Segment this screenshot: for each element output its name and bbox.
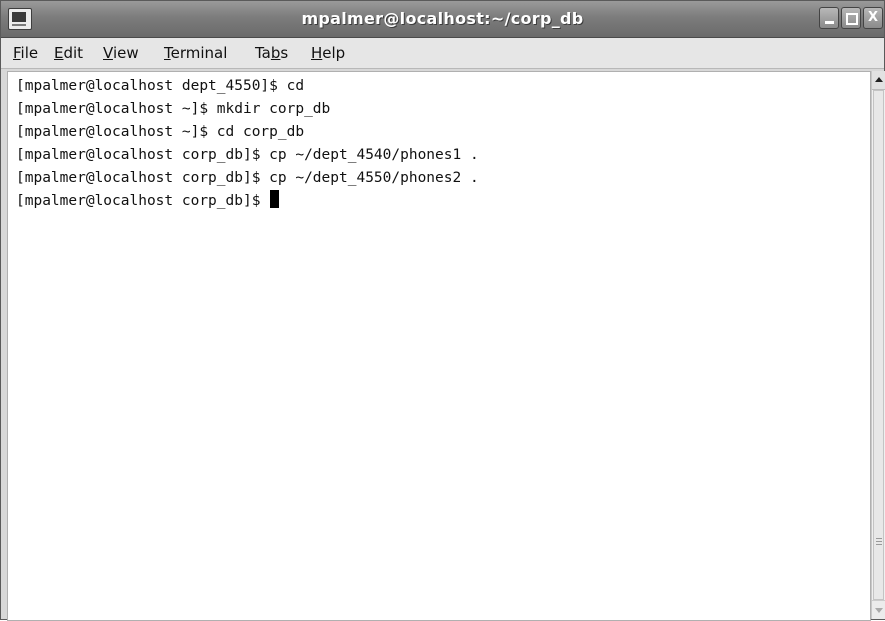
- menu-terminal[interactable]: Terminal: [164, 38, 227, 68]
- minimize-button[interactable]: [819, 7, 839, 29]
- scrollbar-thumb[interactable]: [873, 90, 884, 600]
- text-cursor: [270, 190, 280, 208]
- menu-tabs[interactable]: Tabs: [255, 38, 288, 68]
- terminal-line: [mpalmer@localhost dept_4550]$ cd: [16, 78, 305, 94]
- menu-file[interactable]: File: [13, 38, 38, 68]
- terminal-line: [mpalmer@localhost corp_db]$ cp ~/dept_4…: [16, 147, 479, 163]
- prompt-text: [mpalmer@localhost corp_db]$: [16, 193, 270, 209]
- maximize-button[interactable]: [841, 7, 861, 29]
- terminal-line: [mpalmer@localhost ~]$ mkdir corp_db: [16, 101, 331, 117]
- menu-bar: File Edit View Terminal Tabs Help: [1, 38, 884, 69]
- close-button[interactable]: X: [863, 7, 883, 29]
- menu-view[interactable]: View: [103, 38, 139, 68]
- terminal-line: [mpalmer@localhost corp_db]$ cp ~/dept_4…: [16, 170, 479, 186]
- minimize-icon: [825, 21, 834, 24]
- grip-line: [876, 544, 882, 545]
- window-title: mpalmer@localhost:~/corp_db: [301, 9, 584, 28]
- title-bar[interactable]: mpalmer@localhost:~/corp_db X: [1, 1, 884, 38]
- vertical-scrollbar[interactable]: [871, 71, 885, 619]
- maximize-icon: [846, 13, 858, 25]
- grip-line: [876, 541, 882, 542]
- arrow-up-icon[interactable]: [872, 71, 885, 90]
- menu-help[interactable]: Help: [311, 38, 345, 68]
- terminal-output[interactable]: [mpalmer@localhost dept_4550]$ cd [mpalm…: [7, 71, 871, 621]
- grip-line: [876, 538, 882, 539]
- terminal-prompt-line: [mpalmer@localhost corp_db]$: [16, 190, 280, 213]
- terminal-line: [mpalmer@localhost ~]$ cd corp_db: [16, 124, 305, 140]
- arrow-down-icon[interactable]: [872, 600, 885, 619]
- close-icon: X: [867, 10, 879, 25]
- terminal-window: mpalmer@localhost:~/corp_db X File Edit …: [0, 0, 885, 621]
- menu-edit[interactable]: Edit: [54, 38, 83, 68]
